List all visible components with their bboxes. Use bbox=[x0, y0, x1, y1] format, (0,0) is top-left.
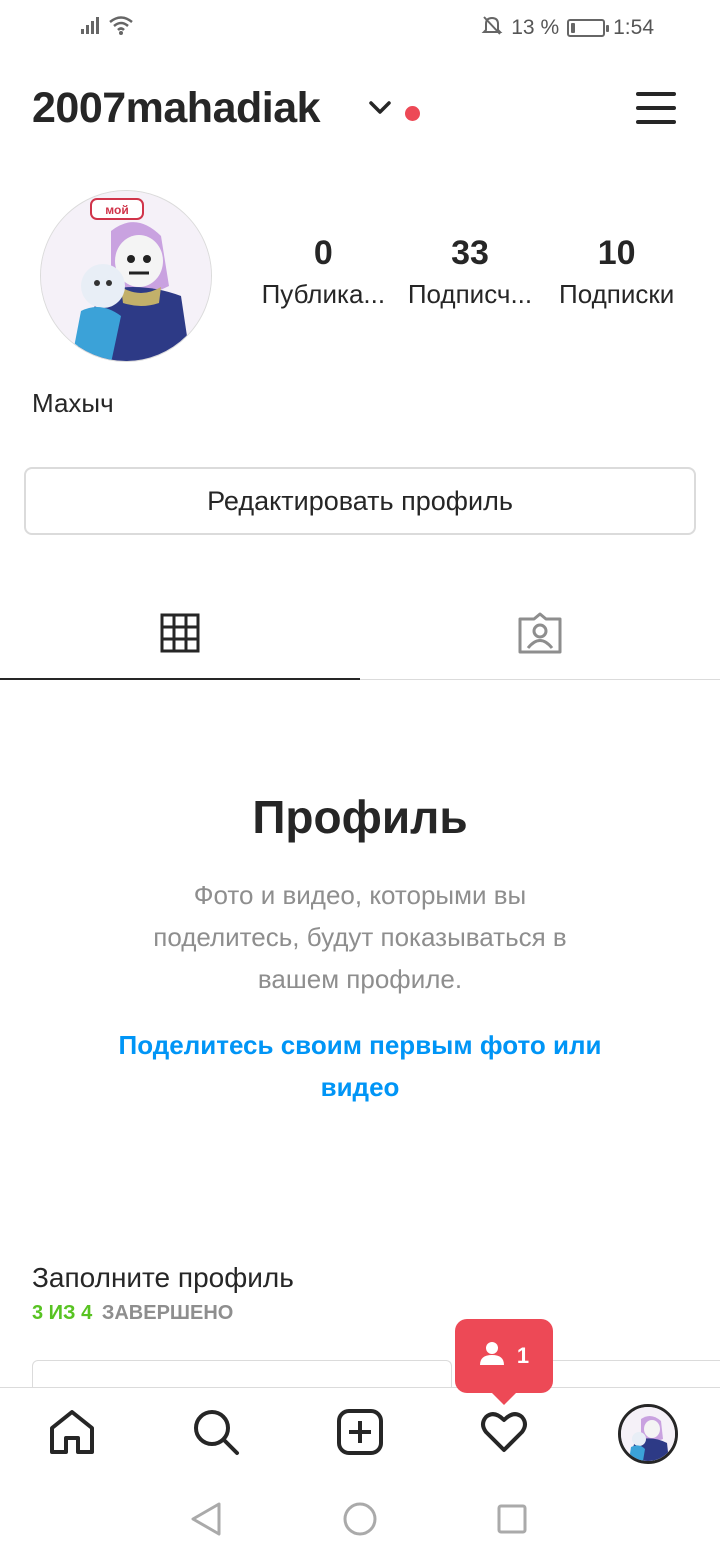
person-icon bbox=[479, 1340, 505, 1372]
nav-activity[interactable] bbox=[476, 1406, 532, 1462]
tab-tagged[interactable] bbox=[360, 590, 720, 680]
tagged-person-icon bbox=[517, 611, 563, 660]
posts-count: 0 bbox=[313, 234, 333, 272]
nav-search[interactable] bbox=[188, 1406, 244, 1462]
active-tab-indicator bbox=[0, 678, 360, 680]
posts-label: Публика... bbox=[261, 279, 386, 310]
username[interactable]: 2007mahadiak bbox=[32, 84, 321, 133]
bottom-navigation bbox=[0, 1387, 720, 1481]
avatar-badge-text: мой bbox=[105, 203, 128, 217]
grid-icon bbox=[160, 613, 200, 658]
following-label: Подписки bbox=[559, 279, 675, 310]
home-icon bbox=[48, 1408, 96, 1461]
recents-square-icon bbox=[496, 1503, 528, 1540]
activity-notification-bubble[interactable]: 1 bbox=[455, 1319, 553, 1405]
following-count: 10 bbox=[597, 234, 636, 272]
system-navigation bbox=[0, 1481, 720, 1560]
stat-posts[interactable]: 0 Публика... bbox=[250, 234, 397, 310]
hamburger-icon bbox=[636, 92, 676, 96]
followers-count: 33 bbox=[451, 234, 489, 272]
back-triangle-icon bbox=[189, 1501, 223, 1542]
empty-state-title: Профиль bbox=[252, 791, 468, 843]
status-bar: 13 % 1:54 bbox=[0, 0, 720, 56]
edit-profile-button[interactable]: Редактировать профиль bbox=[24, 467, 696, 535]
notification-count: 1 bbox=[516, 1343, 530, 1368]
home-circle-icon bbox=[342, 1501, 378, 1542]
followers-label: Подписч... bbox=[407, 279, 533, 310]
clock: 1:54 bbox=[613, 16, 654, 39]
system-recents-button[interactable] bbox=[490, 1499, 534, 1543]
unread-dot bbox=[405, 106, 420, 121]
system-home-button[interactable] bbox=[338, 1499, 382, 1543]
bell-muted-icon bbox=[481, 14, 503, 42]
profile-tabs bbox=[0, 590, 720, 680]
nav-profile[interactable] bbox=[618, 1404, 678, 1464]
progress-done: 3 ИЗ 4 bbox=[32, 1302, 93, 1324]
system-back-button[interactable] bbox=[184, 1499, 228, 1543]
profile-avatar[interactable]: мой bbox=[40, 190, 212, 362]
wifi-icon bbox=[108, 14, 134, 41]
chevron-down-icon[interactable] bbox=[368, 100, 392, 121]
search-icon bbox=[192, 1408, 240, 1461]
battery-text: 13 % bbox=[511, 16, 560, 39]
profile-header: 2007mahadiak bbox=[0, 76, 720, 146]
stat-followers[interactable]: 33 Подписч... bbox=[397, 234, 544, 310]
menu-button[interactable] bbox=[636, 92, 678, 128]
complete-profile-title: Заполните профиль bbox=[32, 1262, 294, 1293]
battery-charging-icon bbox=[567, 19, 610, 37]
signal-icon bbox=[80, 15, 102, 40]
profile-avatar-icon bbox=[618, 1404, 678, 1464]
complete-profile-progress: 3 ИЗ 4 ЗАВЕРШЕНО bbox=[32, 1302, 233, 1325]
heart-icon bbox=[480, 1410, 528, 1459]
avatar-illustration: мой bbox=[41, 191, 211, 361]
nav-home[interactable] bbox=[44, 1406, 100, 1462]
stat-following[interactable]: 10 Подписки bbox=[543, 234, 690, 310]
nav-new-post[interactable] bbox=[332, 1406, 388, 1462]
new-post-icon bbox=[337, 1408, 383, 1460]
full-name: Махыч bbox=[32, 388, 114, 418]
empty-state-description: Фото и видео, которыми вы поделитесь, бу… bbox=[153, 880, 567, 994]
tab-grid[interactable] bbox=[0, 590, 360, 680]
share-first-photo-link[interactable]: Поделитесь своим первым фото или видео bbox=[110, 1024, 610, 1108]
progress-rest: ЗАВЕРШЕНО bbox=[101, 1302, 234, 1324]
profile-stats: 0 Публика... 33 Подписч... 10 Подписки bbox=[250, 234, 690, 310]
